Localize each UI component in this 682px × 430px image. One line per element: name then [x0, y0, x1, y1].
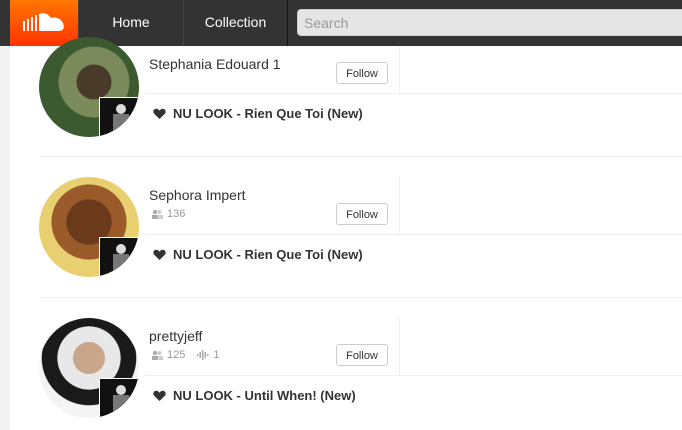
followers-count: 136	[167, 208, 186, 220]
divider	[145, 93, 682, 94]
heart-icon	[153, 249, 166, 260]
liked-track[interactable]: NU LOOK - Rien Que Toi (New)	[153, 106, 363, 121]
followers-stat[interactable]: 136	[151, 208, 185, 220]
waveform-icon	[197, 350, 209, 360]
followers-icon	[152, 350, 163, 360]
divider	[399, 46, 400, 93]
liked-track-title[interactable]: NU LOOK - Until When! (New)	[173, 388, 356, 403]
tracks-count: 1	[213, 349, 220, 361]
liked-track[interactable]: NU LOOK - Rien Que Toi (New)	[153, 247, 363, 262]
search-input[interactable]	[297, 9, 682, 36]
user-stats: 136	[151, 208, 185, 220]
follow-button[interactable]: Follow	[336, 62, 388, 84]
tracks-stat[interactable]: 1	[197, 349, 219, 361]
soundcloud-cloud-icon	[23, 13, 64, 31]
divider	[145, 375, 682, 376]
soundcloud-logo[interactable]	[10, 0, 78, 46]
track-cover-thumbnail[interactable]	[99, 97, 139, 137]
divider	[145, 234, 682, 235]
divider	[399, 176, 400, 234]
avatar[interactable]	[39, 37, 139, 137]
avatar[interactable]	[39, 177, 139, 277]
username[interactable]: Stephania Edouard 1	[149, 56, 281, 72]
row-divider	[40, 156, 682, 157]
left-gutter	[0, 46, 10, 430]
follow-button[interactable]: Follow	[336, 344, 388, 366]
follow-button[interactable]: Follow	[336, 203, 388, 225]
followers-stat[interactable]: 125	[151, 349, 185, 361]
liked-track[interactable]: NU LOOK - Until When! (New)	[153, 388, 356, 403]
user-stats: 125 1	[151, 349, 219, 361]
nav-collection[interactable]: Collection	[183, 0, 288, 46]
username[interactable]: prettyjeff	[149, 328, 202, 344]
followers-icon	[152, 209, 163, 219]
heart-icon	[153, 390, 166, 401]
divider	[399, 317, 400, 375]
row-divider	[40, 297, 682, 298]
avatar[interactable]	[39, 318, 139, 418]
track-cover-thumbnail[interactable]	[99, 237, 139, 277]
track-cover-thumbnail[interactable]	[99, 378, 139, 418]
username[interactable]: Sephora Impert	[149, 187, 246, 203]
followers-count: 125	[167, 349, 186, 361]
liked-track-title[interactable]: NU LOOK - Rien Que Toi (New)	[173, 106, 363, 121]
heart-icon	[153, 108, 166, 119]
liked-track-title[interactable]: NU LOOK - Rien Que Toi (New)	[173, 247, 363, 262]
